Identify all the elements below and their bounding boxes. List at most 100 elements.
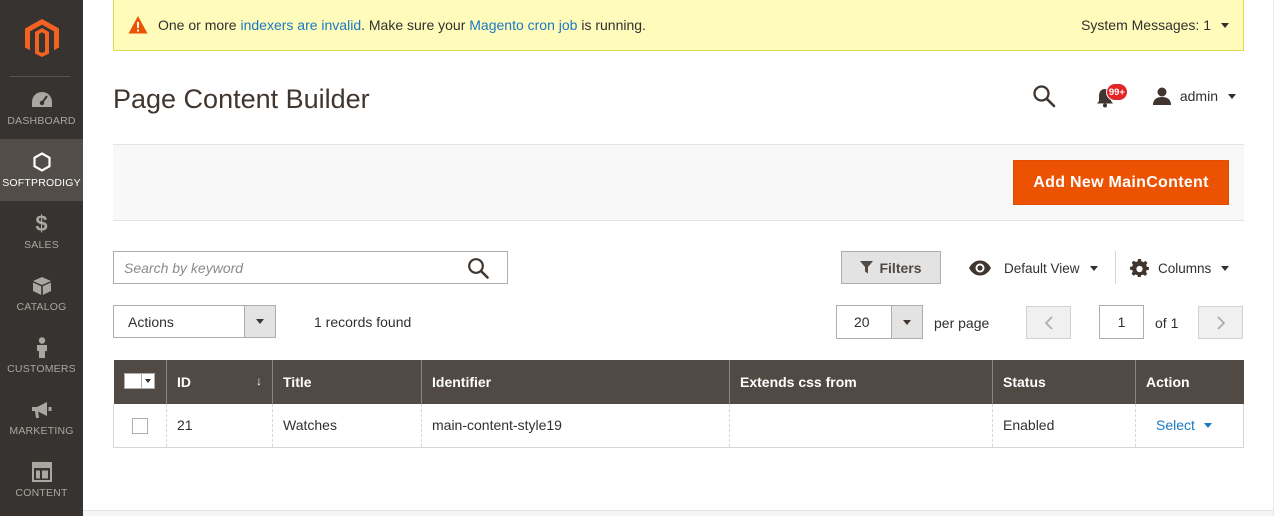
system-messages-toggle[interactable]: System Messages: 1 bbox=[1081, 17, 1229, 33]
sidebar-item-label: CONTENT bbox=[15, 487, 68, 499]
sidebar-item-softprodigy[interactable]: SOFTPRODIGY bbox=[0, 139, 83, 201]
cell-status: Enabled bbox=[992, 404, 1136, 448]
row-action-label: Select bbox=[1156, 417, 1195, 434]
cell-id: 21 bbox=[166, 404, 273, 448]
message-text-part: One or more bbox=[158, 17, 241, 33]
chevron-down-icon bbox=[1221, 22, 1229, 28]
cell-action: Select bbox=[1135, 404, 1244, 448]
global-search-icon[interactable] bbox=[1032, 84, 1056, 108]
next-page-button[interactable] bbox=[1198, 306, 1243, 339]
notification-count-badge: 99+ bbox=[1105, 83, 1128, 101]
search-input[interactable] bbox=[114, 252, 454, 283]
funnel-icon bbox=[860, 261, 874, 274]
add-new-maincontent-button[interactable]: Add New MainContent bbox=[1013, 160, 1229, 205]
system-message-text: One or more indexers are invalid. Make s… bbox=[158, 17, 646, 33]
admin-user-menu[interactable]: admin bbox=[1152, 86, 1236, 106]
keyword-search bbox=[113, 251, 508, 284]
indexers-link[interactable]: indexers are invalid bbox=[240, 17, 361, 33]
select-arrow-button bbox=[244, 306, 275, 337]
per-page-label: per page bbox=[934, 315, 990, 331]
magento-logo[interactable] bbox=[0, 0, 83, 76]
sidebar-item-content[interactable]: CONTENT bbox=[0, 449, 83, 511]
default-view-dropdown[interactable]: Default View bbox=[968, 257, 1098, 279]
sidebar-item-label: CUSTOMERS bbox=[7, 363, 76, 375]
chevron-right-icon bbox=[1216, 315, 1225, 330]
person-icon bbox=[35, 337, 49, 359]
cell-extends-css bbox=[729, 404, 993, 448]
message-text-part: is running. bbox=[577, 17, 646, 33]
dollar-icon: $ bbox=[35, 211, 48, 236]
column-header-action: Action bbox=[1135, 360, 1244, 404]
warning-icon bbox=[128, 16, 148, 34]
sidebar-item-label: CATALOG bbox=[16, 301, 67, 313]
sidebar-item-label: MARKETING bbox=[9, 425, 74, 437]
cell-identifier: main-content-style19 bbox=[421, 404, 730, 448]
column-header-status[interactable]: Status bbox=[992, 360, 1136, 404]
total-pages-label: of 1 bbox=[1155, 315, 1179, 331]
system-messages-count: System Messages: 1 bbox=[1081, 17, 1211, 33]
chevron-down-icon bbox=[1089, 265, 1098, 271]
chevron-down-icon bbox=[1228, 93, 1236, 99]
cron-job-link[interactable]: Magento cron job bbox=[469, 17, 577, 33]
sidebar-item-label: SOFTPRODIGY bbox=[2, 177, 81, 189]
page-title: Page Content Builder bbox=[113, 84, 370, 114]
default-view-label: Default View bbox=[1004, 260, 1080, 276]
gear-icon bbox=[1130, 258, 1149, 277]
header-actions: 99+ admin bbox=[1032, 82, 1236, 110]
row-select-cell bbox=[113, 404, 167, 448]
box-icon bbox=[32, 275, 52, 297]
chevron-down-icon bbox=[256, 319, 264, 324]
sidebar-item-sales[interactable]: $ SALES bbox=[0, 201, 83, 263]
page-footer-edge bbox=[83, 510, 1273, 516]
sidebar-item-label: SALES bbox=[24, 239, 59, 251]
sidebar-item-dashboard[interactable]: DASHBOARD bbox=[0, 77, 83, 139]
filters-button[interactable]: Filters bbox=[841, 251, 941, 284]
column-header-id[interactable]: ID ↓ bbox=[166, 360, 273, 404]
column-header-extends-css[interactable]: Extends css from bbox=[729, 360, 993, 404]
chevron-down-icon bbox=[903, 319, 911, 325]
per-page-select[interactable]: 20 bbox=[836, 305, 923, 339]
mass-actions-select[interactable]: Actions bbox=[113, 305, 276, 338]
chevron-down-icon bbox=[1203, 422, 1212, 428]
main-content: One or more indexers are invalid. Make s… bbox=[83, 0, 1288, 516]
columns-label: Columns bbox=[1158, 260, 1212, 276]
chevron-down-icon bbox=[144, 379, 151, 383]
vertical-scrollbar[interactable] bbox=[1273, 0, 1288, 516]
sidebar-item-customers[interactable]: CUSTOMERS bbox=[0, 325, 83, 387]
sort-arrow-icon: ↓ bbox=[256, 374, 262, 388]
hexagon-icon bbox=[32, 151, 51, 173]
table-row: 21 Watches main-content-style19 Enabled … bbox=[113, 404, 1244, 448]
per-page-value: 20 bbox=[854, 314, 870, 330]
row-checkbox[interactable] bbox=[132, 417, 148, 434]
admin-username: admin bbox=[1179, 88, 1218, 104]
megaphone-icon bbox=[31, 399, 53, 421]
search-icon[interactable] bbox=[467, 257, 489, 279]
notifications-button[interactable]: 99+ bbox=[1096, 83, 1128, 108]
column-header-title[interactable]: Title bbox=[272, 360, 422, 404]
message-text-part: . Make sure your bbox=[361, 17, 470, 33]
sidebar-item-marketing[interactable]: MARKETING bbox=[0, 387, 83, 449]
mass-actions-label: Actions bbox=[128, 313, 174, 330]
previous-page-button[interactable] bbox=[1026, 306, 1071, 339]
sidebar-item-catalog[interactable]: CATALOG bbox=[0, 263, 83, 325]
mass-select-header bbox=[113, 360, 167, 404]
columns-dropdown[interactable]: Columns bbox=[1130, 257, 1230, 279]
records-found-count: 1 records found bbox=[314, 314, 412, 330]
user-icon bbox=[1152, 87, 1171, 105]
magento-logo-icon bbox=[24, 19, 59, 57]
content-grid: ID ↓ Title Identifier Extends css from St… bbox=[113, 360, 1244, 448]
page-actions-bar: Add New MainContent bbox=[113, 144, 1244, 221]
chevron-down-icon bbox=[1221, 265, 1230, 271]
chevron-left-icon bbox=[1044, 315, 1053, 330]
admin-sidebar: DASHBOARD SOFTPRODIGY $ SALES CATALOG CU… bbox=[0, 0, 83, 516]
mass-select-checkbox[interactable] bbox=[123, 373, 155, 389]
current-page-input[interactable] bbox=[1099, 305, 1144, 339]
row-action-select[interactable]: Select bbox=[1156, 417, 1212, 433]
sidebar-item-label: DASHBOARD bbox=[7, 115, 76, 127]
grid-header-row: ID ↓ Title Identifier Extends css from St… bbox=[113, 360, 1244, 404]
cell-title: Watches bbox=[272, 404, 422, 448]
toolbar-divider bbox=[1115, 251, 1116, 284]
column-header-identifier[interactable]: Identifier bbox=[421, 360, 730, 404]
layout-icon bbox=[31, 461, 52, 483]
select-arrow-button bbox=[891, 306, 922, 338]
